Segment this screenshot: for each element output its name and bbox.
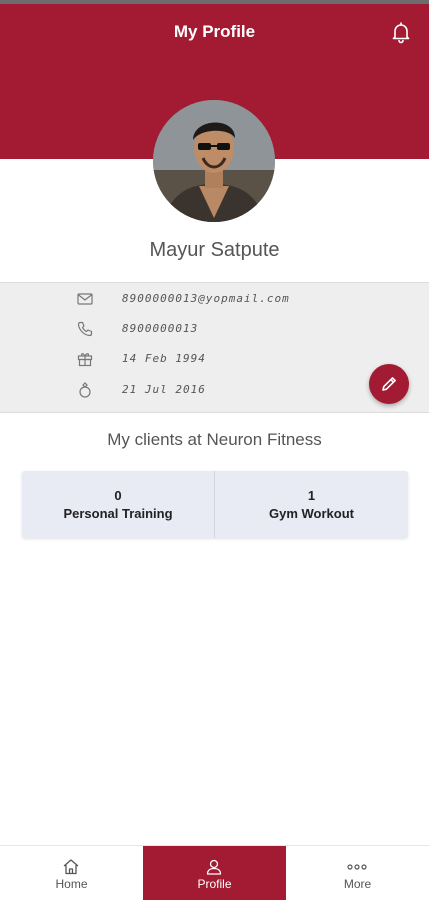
gym-workout-stat[interactable]: 1 Gym Workout [215,471,408,538]
nav-more[interactable]: More [286,846,429,900]
bottom-nav: Home Profile More [0,845,429,900]
ring-icon [76,381,94,399]
birthday-row: 14 Feb 1994 [0,348,429,372]
avatar [153,100,275,222]
home-icon [61,857,81,877]
nav-profile-label: Profile [197,877,232,891]
nav-home-label: Home [55,877,88,891]
nav-more-label: More [343,877,372,891]
pencil-icon [382,377,396,391]
profile-name: Mayur Satpute [149,239,280,261]
phone-text: 8900000013 [122,322,199,335]
nav-profile[interactable]: Profile [143,846,286,900]
email-text: 8900000013@yopmail.com [122,292,290,305]
personal-training-stat[interactable]: 0 Personal Training [22,471,215,538]
clients-section-title: My clients at Neuron Fitness [107,430,322,449]
phone-row: 8900000013 [0,318,429,342]
edit-profile-button[interactable] [369,364,409,404]
nav-home[interactable]: Home [0,846,143,900]
bell-icon[interactable] [389,20,413,44]
phone-icon [76,320,94,338]
page-title: My Profile [173,22,256,41]
more-icon [347,857,367,877]
gym-workout-count: 1 [307,488,316,503]
gym-workout-label: Gym Workout [269,506,354,521]
anniversary-row: 21 Jul 2016 [0,379,429,403]
clients-stats-card: 0 Personal Training 1 Gym Workout [22,471,408,538]
profile-info-panel: 8900000013@yopmail.com 8900000013 14 Feb… [0,282,429,413]
email-row: 8900000013@yopmail.com [0,288,429,312]
user-icon [204,857,224,877]
anniversary-text: 21 Jul 2016 [122,383,206,396]
personal-training-count: 0 [114,488,122,503]
personal-training-label: Personal Training [63,506,173,521]
birthday-text: 14 Feb 1994 [122,352,206,365]
mail-icon [76,290,94,308]
gift-icon [76,350,94,368]
